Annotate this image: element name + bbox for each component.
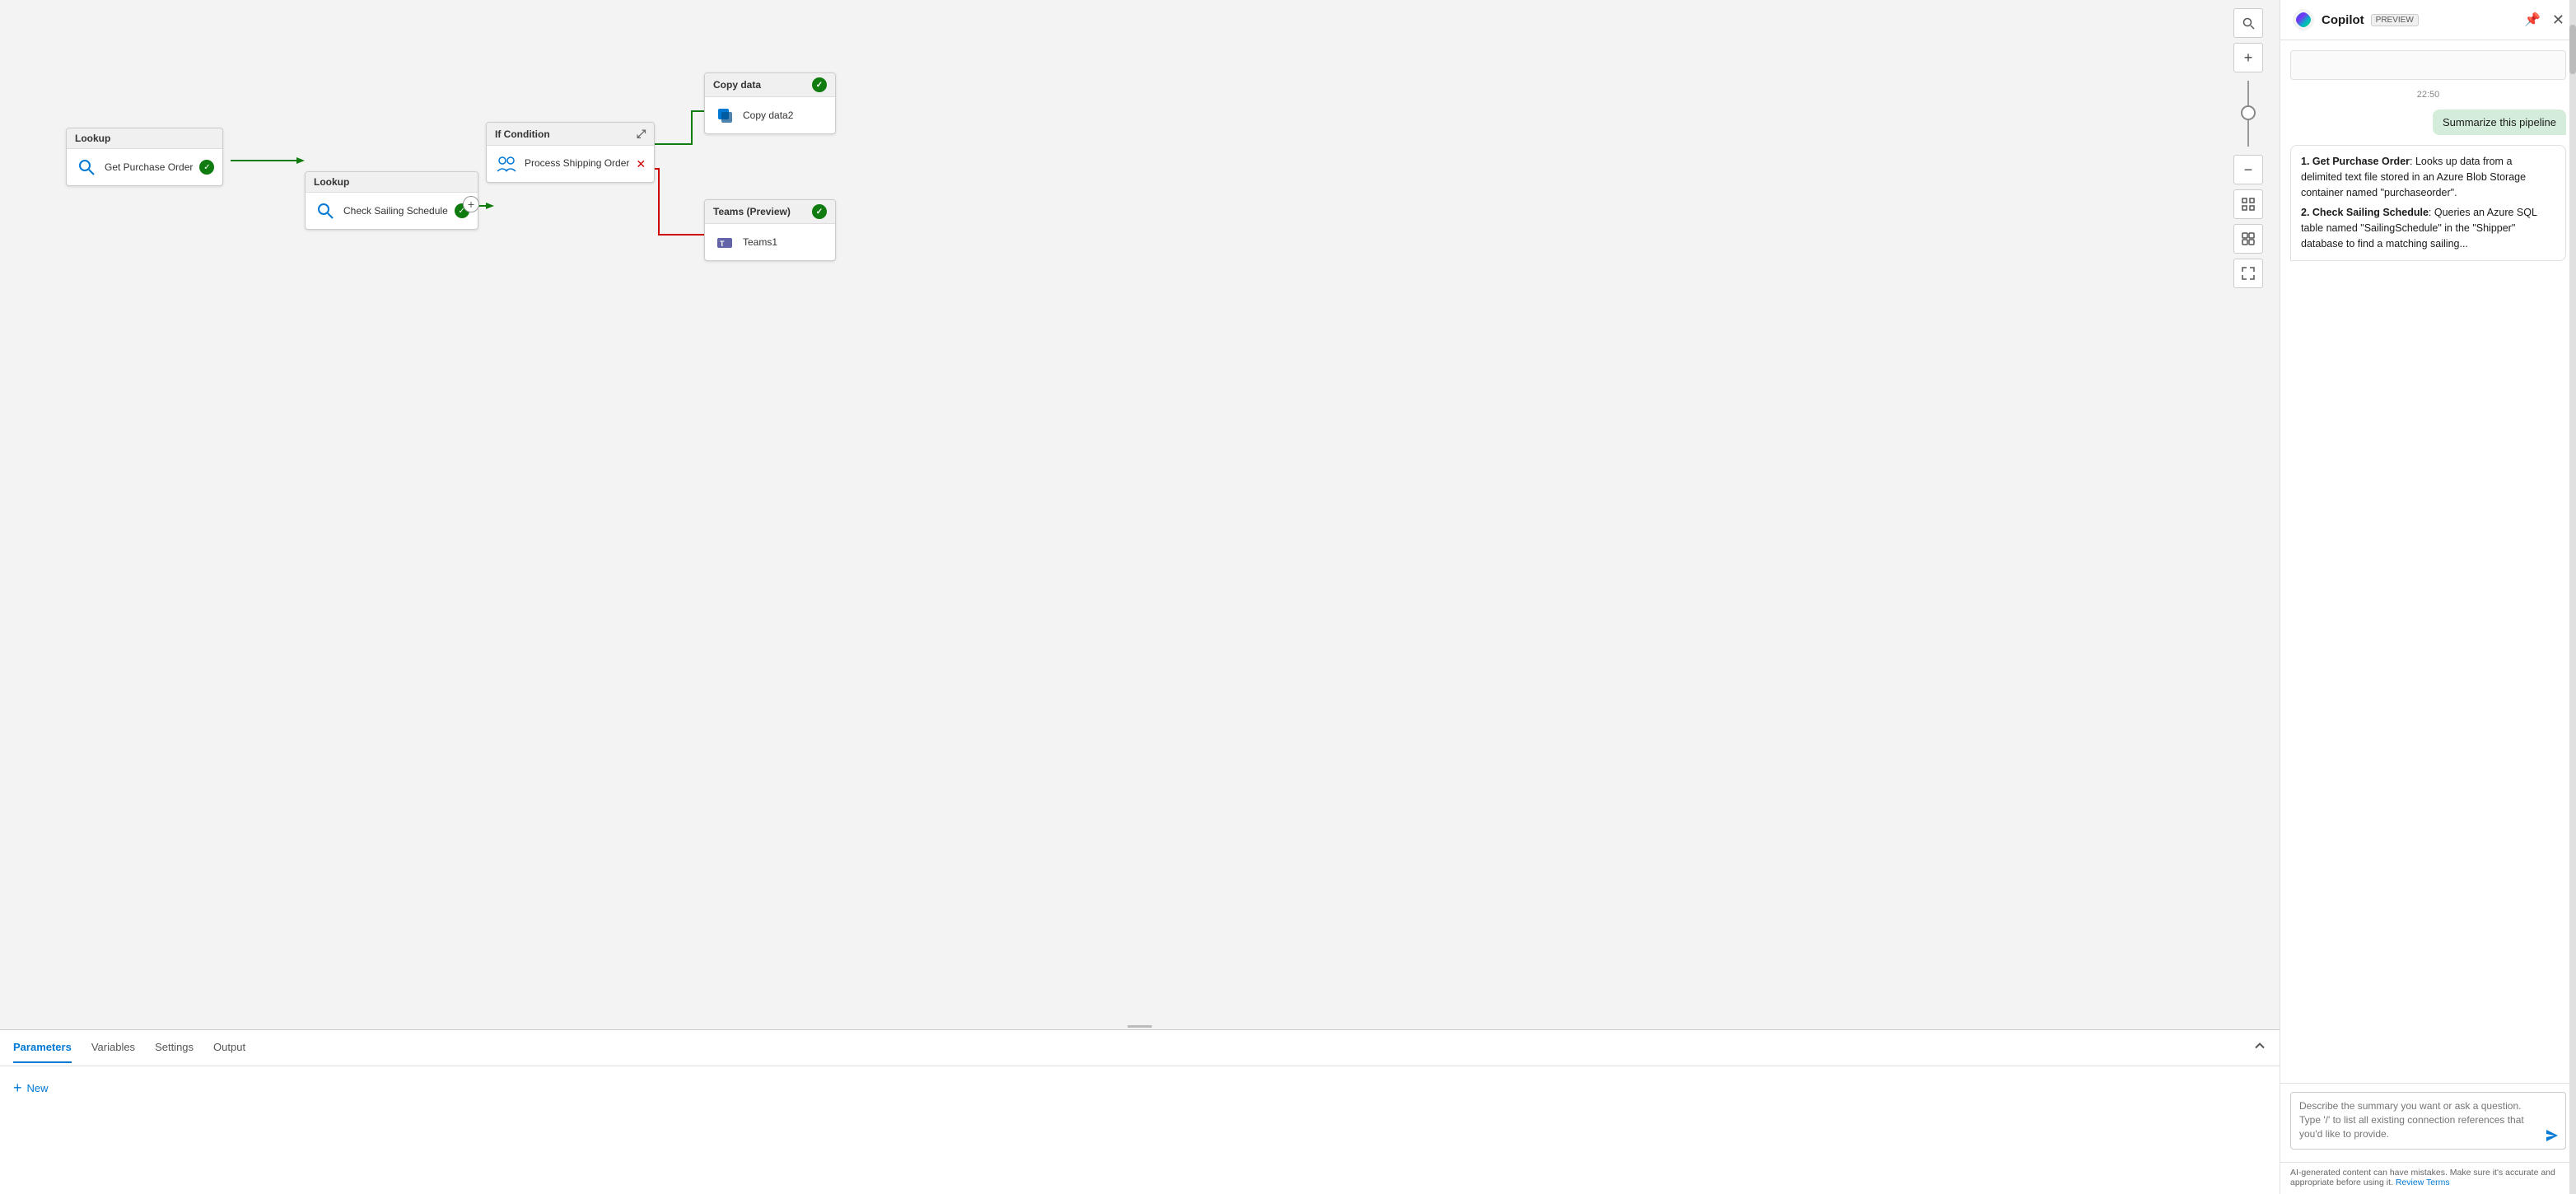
lookup1-success: ✓ xyxy=(199,160,214,175)
chat-area: 22:50 Summarize this pipeline 1. Get Pur… xyxy=(2280,40,2576,1083)
zoom-slider[interactable] xyxy=(2233,77,2263,150)
process-label: Process Shipping Order xyxy=(525,157,629,170)
lookup-node-2[interactable]: Lookup Check Sailing Schedule ✓ xyxy=(305,171,478,230)
tab-parameters[interactable]: Parameters xyxy=(13,1033,72,1063)
teams-node[interactable]: Teams (Preview) ✓ T Teams1 xyxy=(704,199,836,261)
previous-input xyxy=(2290,50,2566,80)
bottom-panel: Parameters Variables Settings Output + N… xyxy=(0,1029,2280,1194)
tab-output[interactable]: Output xyxy=(213,1033,245,1063)
copy-data-header: Copy data ✓ xyxy=(705,73,835,97)
copilot-footer: AI-generated content can have mistakes. … xyxy=(2280,1162,2576,1194)
lookup2-body: Check Sailing Schedule ✓ xyxy=(306,193,478,229)
teams-success: ✓ xyxy=(812,204,827,219)
chat-timestamp: 22:50 xyxy=(2290,90,2566,100)
copy-data-success: ✓ xyxy=(812,77,827,92)
if-condition-header: If Condition ⤢ xyxy=(487,123,654,146)
group-btn[interactable] xyxy=(2233,224,2263,254)
copy-data-icon xyxy=(713,104,736,127)
canvas-toolbar: + − xyxy=(2233,8,2263,288)
copilot-input[interactable] xyxy=(2290,1092,2566,1150)
user-message: Summarize this pipeline xyxy=(2433,110,2566,135)
search-toolbar-btn[interactable] xyxy=(2233,8,2263,38)
lookup2-icon xyxy=(314,199,337,222)
input-wrapper xyxy=(2290,1092,2566,1154)
tab-settings[interactable]: Settings xyxy=(155,1033,194,1063)
chat-scrollbar[interactable] xyxy=(2569,0,2576,1194)
if-condition-node[interactable]: If Condition ⤢ Process Shipping Order ✕ xyxy=(486,122,655,183)
fail-indicator: ✕ xyxy=(636,157,646,171)
if-condition-icon xyxy=(495,152,518,175)
copilot-actions: 📌 ✕ xyxy=(2524,12,2564,29)
tab-variables[interactable]: Variables xyxy=(91,1033,135,1063)
bot-message: 1. Get Purchase Order: Looks up data fro… xyxy=(2290,145,2566,261)
zoom-out-btn[interactable]: − xyxy=(2233,155,2263,184)
teams-body: T Teams1 xyxy=(705,224,835,260)
scrollbar-thumb xyxy=(2569,25,2576,74)
pin-icon[interactable]: 📌 xyxy=(2524,12,2541,28)
teams-header: Teams (Preview) ✓ xyxy=(705,200,835,224)
bot-item1-name: Get Purchase Order xyxy=(2312,156,2410,167)
send-button[interactable] xyxy=(2545,1128,2560,1147)
if-condition-body: Process Shipping Order ✕ xyxy=(487,146,654,182)
copilot-header: Copilot PREVIEW 📌 ✕ xyxy=(2280,0,2576,40)
svg-text:T: T xyxy=(720,240,725,248)
bottom-tabs: Parameters Variables Settings Output xyxy=(0,1030,2280,1066)
expand-canvas-btn[interactable] xyxy=(2233,259,2263,288)
teams-icon: T xyxy=(713,231,736,254)
panel-resize-handle[interactable] xyxy=(1123,1023,1156,1029)
copy-data-body: Copy data2 xyxy=(705,97,835,133)
lookup-node-1[interactable]: Lookup Get Purchase Order ✓ xyxy=(66,128,223,186)
expand-icon[interactable]: ⤢ xyxy=(637,127,646,141)
panel-collapse-btn[interactable] xyxy=(2253,1039,2266,1056)
zoom-in-btn[interactable]: + xyxy=(2233,43,2263,72)
add-activity-btn[interactable]: + xyxy=(463,196,479,212)
review-terms-link[interactable]: Review Terms xyxy=(2396,1178,2450,1187)
lookup2-header: Lookup xyxy=(306,172,478,193)
lookup1-body: Get Purchase Order ✓ xyxy=(67,149,222,185)
bot-item2-name: Check Sailing Schedule xyxy=(2312,207,2429,218)
lookup1-icon xyxy=(75,156,98,179)
lookup1-header: Lookup xyxy=(67,128,222,149)
add-new-btn[interactable]: + New xyxy=(13,1080,49,1097)
panel-content: + New xyxy=(0,1066,2280,1110)
copilot-logo-icon xyxy=(2292,8,2315,31)
copilot-input-area xyxy=(2280,1083,2576,1162)
fit-screen-btn[interactable] xyxy=(2233,189,2263,219)
copy-data-node[interactable]: Copy data ✓ Copy data2 xyxy=(704,72,836,134)
close-icon[interactable]: ✕ xyxy=(2552,12,2564,29)
copilot-panel: Copilot PREVIEW 📌 ✕ 22:50 Summarize this… xyxy=(2280,0,2576,1194)
